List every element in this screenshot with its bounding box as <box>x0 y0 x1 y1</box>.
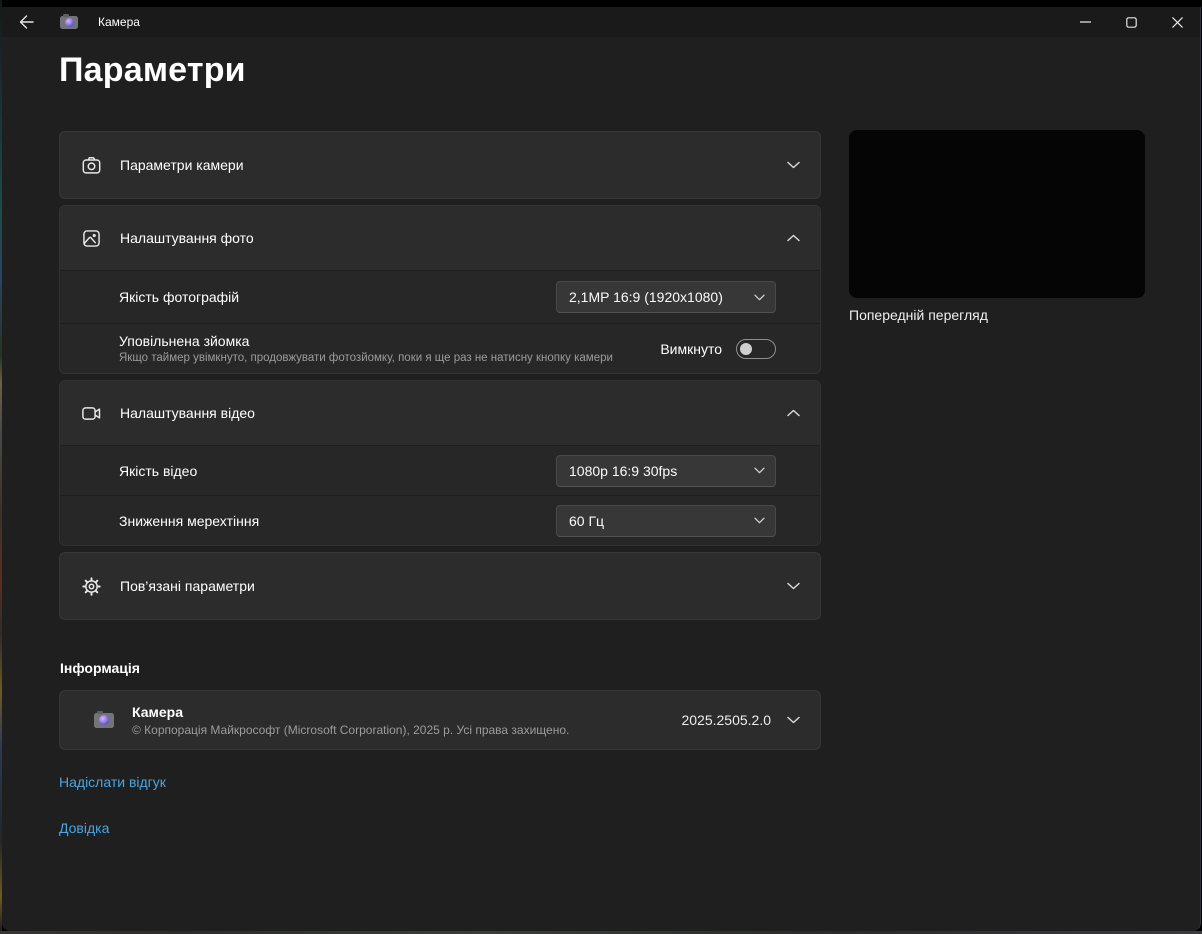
expander-camera-settings[interactable]: Параметри камери <box>59 131 821 199</box>
settings-column: Параметри камери Налаштування фото Якіст… <box>59 131 821 836</box>
help-link[interactable]: Довідка <box>59 820 109 836</box>
video-quality-dropdown[interactable]: 1080p 16:9 30fps <box>556 455 776 487</box>
chevron-down-icon <box>754 517 765 524</box>
chevron-down-icon <box>787 582 800 590</box>
video-camera-icon <box>80 402 102 424</box>
preview-label: Попередній перегляд <box>849 307 988 323</box>
card-label: Пов’язані параметри <box>120 578 255 594</box>
time-lapse-description: Якщо таймер увімкнуто, продовжувати фото… <box>119 352 613 364</box>
back-arrow-icon <box>19 15 34 29</box>
photo-quality-dropdown[interactable]: 2,1MP 16:9 (1920x1080) <box>556 281 776 313</box>
app-name: Камера <box>132 704 569 720</box>
expander-video-settings-header[interactable]: Налаштування відео <box>60 381 820 445</box>
chevron-down-icon <box>787 716 800 724</box>
minimize-icon <box>1080 21 1091 23</box>
maximize-icon <box>1126 17 1137 28</box>
copyright-text: © Корпорація Майкрософт (Microsoft Corpo… <box>132 723 569 737</box>
info-section-heading: Інформація <box>60 660 821 676</box>
flicker-reduction-dropdown[interactable]: 60 Гц <box>556 505 776 537</box>
camera-app-icon <box>94 713 114 728</box>
card-label: Налаштування фото <box>120 230 254 246</box>
about-app-card[interactable]: Камера © Корпорація Майкрософт (Microsof… <box>59 690 821 750</box>
time-lapse-toggle[interactable] <box>736 339 776 359</box>
toggle-knob <box>740 343 752 355</box>
flicker-reduction-label: Зниження мерехтіння <box>119 513 259 529</box>
app-version: 2025.2505.2.0 <box>681 712 771 728</box>
camera-app-window: Камера Параметри <box>2 7 1201 931</box>
video-quality-row: Якість відео 1080p 16:9 30fps <box>60 445 820 495</box>
card-label: Параметри камери <box>120 157 244 173</box>
chevron-down-icon <box>754 294 765 301</box>
close-button[interactable] <box>1154 7 1200 37</box>
expander-video-settings: Налаштування відео Якість відео 1080p 16… <box>59 380 821 546</box>
expander-photo-settings-header[interactable]: Налаштування фото <box>60 206 820 270</box>
photo-quality-label: Якість фотографій <box>119 289 239 305</box>
camera-app-icon <box>60 16 78 29</box>
expander-photo-settings: Налаштування фото Якість фотографій 2,1M… <box>59 205 821 374</box>
page-title: Параметри <box>59 51 246 90</box>
chevron-down-icon <box>787 161 800 169</box>
time-lapse-row: Уповільнена зйомка Якщо таймер увімкнуто… <box>60 323 820 373</box>
close-icon <box>1172 17 1183 28</box>
maximize-button[interactable] <box>1108 7 1154 37</box>
camera-preview <box>849 130 1145 298</box>
photo-quality-value: 2,1MP 16:9 (1920x1080) <box>569 289 754 305</box>
chevron-up-icon <box>787 409 800 417</box>
minimize-button[interactable] <box>1062 7 1108 37</box>
video-quality-value: 1080p 16:9 30fps <box>569 463 754 479</box>
flicker-reduction-value: 60 Гц <box>569 513 754 529</box>
send-feedback-link[interactable]: Надіслати відгук <box>59 774 166 790</box>
expander-related-settings[interactable]: Пов’язані параметри <box>59 552 821 620</box>
video-quality-label: Якість відео <box>119 463 197 479</box>
app-title: Камера <box>98 15 140 29</box>
chevron-up-icon <box>787 234 800 242</box>
chevron-down-icon <box>754 467 765 474</box>
toggle-state-label: Вимкнуто <box>660 341 722 357</box>
flicker-reduction-row: Зниження мерехтіння 60 Гц <box>60 495 820 545</box>
camera-outline-icon <box>80 154 102 176</box>
window-controls <box>1062 7 1200 37</box>
time-lapse-label: Уповільнена зйомка <box>119 333 613 349</box>
card-label: Налаштування відео <box>120 405 255 421</box>
gear-icon <box>80 575 102 597</box>
titlebar: Камера <box>2 7 1200 37</box>
back-button[interactable] <box>6 7 46 37</box>
photo-icon <box>80 227 102 249</box>
photo-quality-row: Якість фотографій 2,1MP 16:9 (1920x1080) <box>60 270 820 323</box>
